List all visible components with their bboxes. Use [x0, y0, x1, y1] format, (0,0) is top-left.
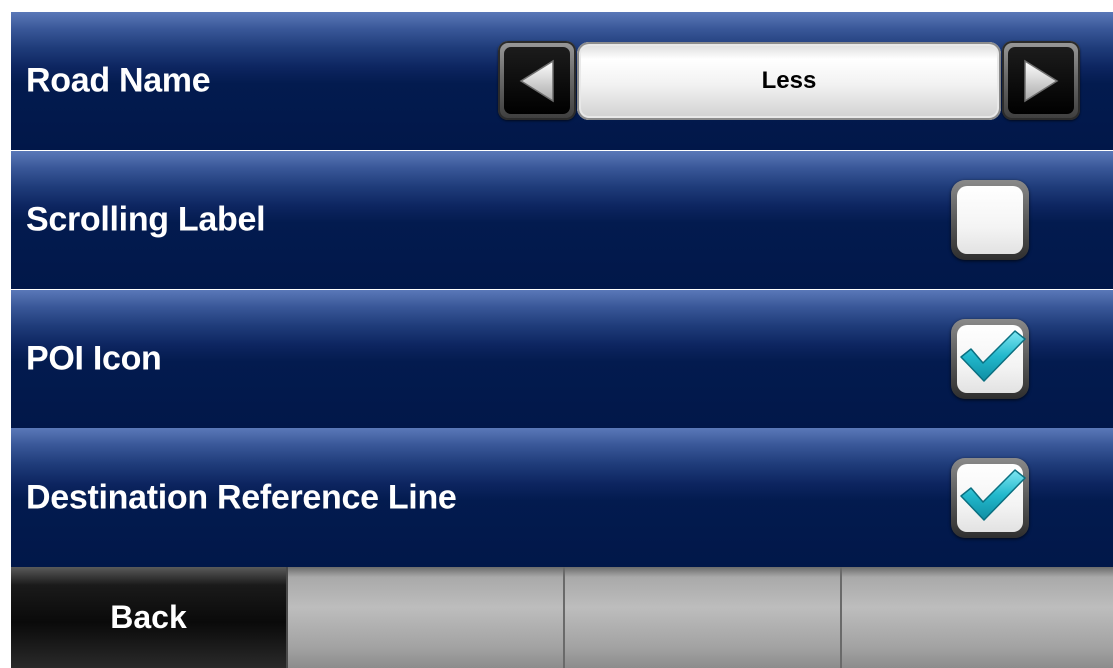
bottom-button-bar: Back [11, 567, 1113, 668]
poi-icon-label: POI Icon [26, 339, 162, 378]
poi-icon-checkbox[interactable] [951, 319, 1029, 399]
scrolling-label-row: Scrolling Label [11, 151, 1113, 289]
road-name-row: Road Name Less [11, 12, 1113, 150]
road-name-value: Less [577, 42, 1001, 120]
scrolling-label-checkbox[interactable] [951, 180, 1029, 260]
scrolling-label-label: Scrolling Label [26, 200, 266, 239]
bottom-bar-button-2[interactable] [288, 567, 565, 668]
triangle-left-icon [519, 59, 554, 102]
destination-reference-line-checkbox[interactable] [951, 457, 1029, 538]
road-name-prev-button[interactable] [498, 41, 576, 120]
poi-icon-row: POI Icon [11, 290, 1113, 428]
road-name-label: Road Name [26, 61, 211, 100]
triangle-right-icon [1024, 59, 1059, 102]
bottom-bar-button-3[interactable] [565, 567, 842, 668]
destination-reference-line-row: Destination Reference Line [11, 428, 1113, 567]
back-button[interactable]: Back [11, 567, 288, 668]
bottom-bar-button-4[interactable] [842, 567, 1113, 668]
destination-reference-line-label: Destination Reference Line [26, 478, 457, 516]
checkmark-icon [960, 468, 1026, 521]
road-name-next-button[interactable] [1002, 41, 1080, 120]
checkmark-icon [960, 330, 1026, 382]
map-display-settings-screen: Road Name Less Scrolling Label POI Icon … [0, 0, 1113, 668]
